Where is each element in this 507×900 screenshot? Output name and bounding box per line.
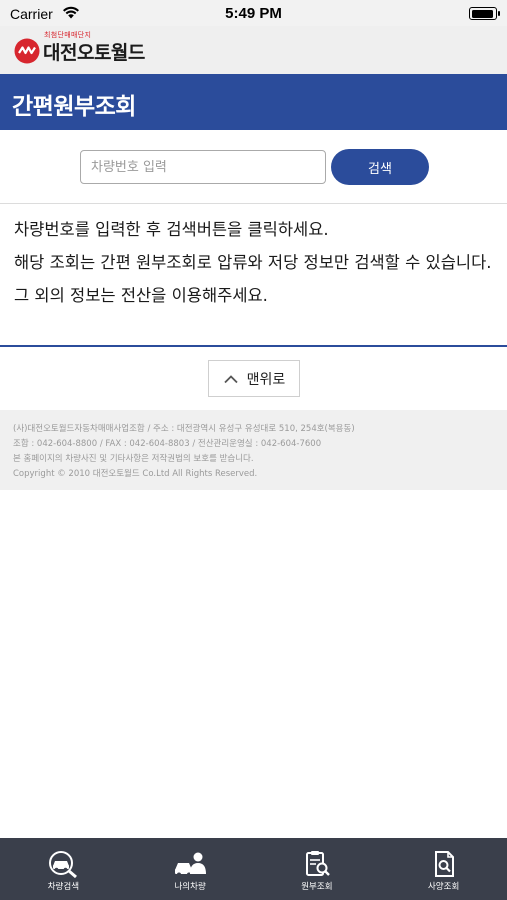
logo-bar: 최첨단매매단지 대전오토월드 [0,26,507,74]
tab-bar: 차량검색 나의차량 원부조회 사양조회 [0,838,507,900]
logo-mark-icon[interactable] [14,38,40,64]
page-header: 간편원부조회 [0,74,507,130]
footer: (사)대전오토월드자동차매매사업조합 / 주소 : 대전광역시 유성구 유성대로… [0,410,507,490]
tab-spec-lookup[interactable]: 사양조회 [380,838,507,900]
tab-label: 원부조회 [301,882,333,892]
tab-registry-lookup[interactable]: 원부조회 [254,838,381,900]
footer-copyright: Copyright © 2010 대전오토월드 Co.Ltd All Right… [13,469,258,479]
divider [0,203,507,204]
page-title: 간편원부조회 [12,94,136,120]
my-car-icon [175,852,207,877]
tab-label: 사양조회 [427,882,460,892]
section-divider [0,345,507,347]
scroll-to-top-label: 맨위로 [246,371,286,388]
footer-notice: 본 홈페이지의 차량사진 및 기타사항은 저작권법의 보호를 받습니다. [13,454,254,464]
status-bar: Carrier 5:49 PM [0,0,507,26]
vehicle-number-input[interactable] [80,150,326,184]
footer-address: (사)대전오토월드자동차매매사업조합 / 주소 : 대전광역시 유성구 유성대로… [13,424,355,434]
scroll-to-top-button[interactable]: 맨위로 [208,360,300,397]
search-button[interactable]: 검색 [331,149,429,185]
tab-label: 차량검색 [47,882,80,892]
tab-label: 나의차량 [174,882,206,892]
instruction-line-2: 해당 조회는 간편 원부조회로 압류와 저당 정보만 검색할 수 있습니다. [14,253,492,272]
logo-text[interactable]: 대전오토월드 [43,38,145,65]
footer-contact: 조합 : 042-604-8800 / FAX : 042-604-8803 /… [13,439,322,449]
document-search-icon [434,851,454,877]
instructions: 차량번호를 입력한 후 검색버튼을 클릭하세요. 해당 조회는 간편 원부조회로… [14,216,499,315]
car-search-icon [49,851,78,878]
clock-time: 5:49 PM [225,5,282,22]
instruction-line-3: 그 외의 정보는 전산을 이용해주세요. [14,286,268,305]
chevron-up-icon [224,374,238,383]
clipboard-search-icon [305,851,330,876]
tab-car-search[interactable]: 차량검색 [0,838,127,900]
instruction-line-1: 차량번호를 입력한 후 검색버튼을 클릭하세요. [14,220,329,239]
tab-my-car[interactable]: 나의차량 [127,838,254,900]
battery-icon [469,7,500,20]
